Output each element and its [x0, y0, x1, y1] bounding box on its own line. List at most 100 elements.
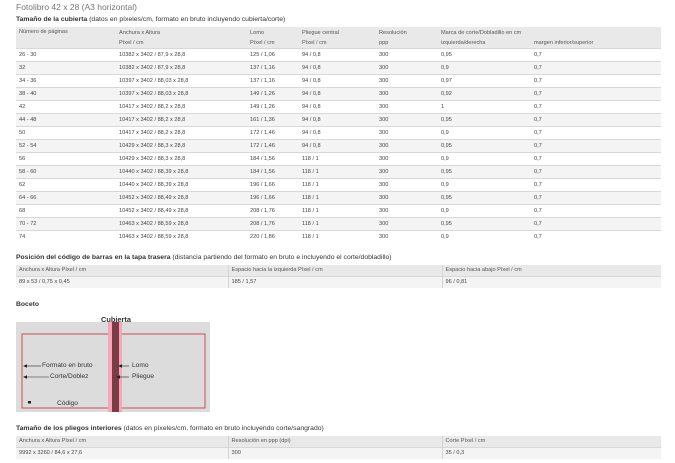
- margin-lr-cell: 0,9: [438, 60, 531, 74]
- header-size: Anchura x Altura: [116, 27, 247, 38]
- fold-cell: 94 / 0,8: [299, 99, 376, 113]
- margin-lr-cell: 0,95: [438, 190, 531, 204]
- resolution-cell: 300: [376, 73, 438, 87]
- sketch-label-cut: Corte/Doblez: [50, 373, 89, 380]
- table-row: 26 - 30 10382 x 3402 / 87,9 x 28,8 125 / 1…: [16, 47, 661, 61]
- pages-cell: 42: [16, 99, 116, 113]
- spine-cell: 149 / 1,26: [247, 86, 299, 100]
- barcode-heading-note: (distancia partiendo del formato en brut…: [170, 254, 392, 261]
- sketch-label-fold: Pliegue: [132, 373, 154, 380]
- resolution-cell: 300: [376, 47, 438, 61]
- table-row: 32 10382 x 3402 / 87,9 x 28,8 137 / 1,16 94…: [16, 60, 661, 74]
- pages-cell: 50: [16, 125, 116, 139]
- spine-cell: 149 / 1,26: [247, 99, 299, 113]
- fold-cell: 94 / 0,8: [299, 86, 376, 100]
- size-cell: 10417 x 3402 / 88,2 x 28,8: [116, 125, 247, 139]
- spine-cell: 125 / 1,06: [247, 47, 299, 61]
- header-spine: Lomo: [247, 27, 299, 38]
- fold-cell: 118 / 1: [299, 164, 376, 178]
- spine-cell: 184 / 1,56: [247, 151, 299, 165]
- pages-cell: 70 - 72: [16, 216, 116, 230]
- margin-tb-cell: 0,7: [531, 86, 661, 100]
- pages-cell: 74: [16, 229, 116, 243]
- subheader-spine-unit: Píxel / cm: [247, 38, 299, 48]
- resolution-cell: 300: [376, 177, 438, 191]
- sketch-label-spine: Lomo: [132, 362, 149, 369]
- margin-tb-cell: 0,7: [531, 99, 661, 113]
- fold-cell: 94 / 0,8: [299, 47, 376, 61]
- margin-lr-cell: 0,95: [438, 47, 531, 61]
- margin-tb-cell: 0,7: [531, 216, 661, 230]
- table-row: 42 10417 x 3402 / 88,2 x 28,8 149 / 1,26 94…: [16, 99, 661, 113]
- resolution-cell: 300: [376, 190, 438, 204]
- inner-pages-table: Anchura x Altura Píxel / cm Resolución e…: [16, 436, 661, 459]
- resolution-cell: 300: [376, 60, 438, 74]
- margin-lr-cell: 1: [438, 99, 531, 113]
- sketch-label-raw-format: Formato en bruto: [42, 362, 93, 369]
- pages-cell: 68: [16, 203, 116, 217]
- subheader-size-unit: Píxel / cm: [116, 38, 247, 48]
- table-row: 56 10429 x 3402 / 88,3 x 28,8 184 / 1,56 11…: [16, 151, 661, 165]
- pages-cell: 58 - 60: [16, 164, 116, 178]
- spine-cell: 172 / 1,46: [247, 125, 299, 139]
- spine-cell: 208 / 1,76: [247, 216, 299, 230]
- margin-lr-cell: 0,95: [438, 138, 531, 152]
- table-row: 52 - 54 10429 x 3402 / 88,3 x 28,8 172 / 1…: [16, 138, 661, 152]
- resolution-cell: 300: [376, 86, 438, 100]
- margin-tb-cell: 0,7: [531, 112, 661, 126]
- inner-value-cut: 35 / 0,3: [441, 446, 661, 459]
- barcode-marker-icon: [28, 401, 31, 404]
- cover-table-body: 26 - 30 10382 x 3402 / 87,9 x 28,8 125 / 1…: [16, 47, 661, 243]
- pages-cell: 44 - 48: [16, 112, 116, 126]
- margin-lr-cell: 0,9: [438, 203, 531, 217]
- margin-tb-cell: 0,7: [531, 190, 661, 204]
- table-row: 74 10463 x 3402 / 88,59 x 28,8 220 / 1,86 1…: [16, 229, 661, 243]
- barcode-value-row: 89 x 53 / 0,75 x 0,45 185 / 1,57 96 / 0,…: [16, 275, 661, 288]
- table-row: 44 - 48 10417 x 3402 / 88,2 x 28,8 161 / 1…: [16, 112, 661, 126]
- fold-cell: 118 / 1: [299, 203, 376, 217]
- fold-cell: 118 / 1: [299, 216, 376, 230]
- size-cell: 10463 x 3402 / 88,59 x 28,8: [116, 216, 247, 230]
- header-fold: Pliegue central: [299, 27, 376, 38]
- sketch-label-code: Código: [57, 400, 78, 407]
- resolution-cell: 300: [376, 112, 438, 126]
- inner-header-resolution: Resolución en ppp (dpi): [227, 436, 442, 447]
- fold-cell: 118 / 1: [299, 229, 376, 243]
- size-cell: 10452 x 3402 / 88,49 x 28,8: [116, 190, 247, 204]
- size-cell: 10397 x 3402 / 88,03 x 28,8: [116, 86, 247, 100]
- margin-tb-cell: 0,7: [531, 203, 661, 217]
- size-cell: 10382 x 3402 / 87,9 x 28,8: [116, 60, 247, 74]
- size-cell: 10429 x 3402 / 88,3 x 28,8: [116, 138, 247, 152]
- fold-cell: 94 / 0,8: [299, 60, 376, 74]
- resolution-cell: 300: [376, 151, 438, 165]
- pages-cell: 38 - 40: [16, 86, 116, 100]
- size-cell: 10429 x 3402 / 88,3 x 28,8: [116, 151, 247, 165]
- sketch-spine-core: [112, 322, 119, 412]
- cover-table-header-row: Número de páginas Anchura x Altura Lomo …: [16, 27, 661, 48]
- page-title: Fotolibro 42 x 28 (A3 horizontal): [16, 2, 137, 12]
- margin-lr-cell: 0,97: [438, 73, 531, 87]
- margin-lr-cell: 0,9: [438, 177, 531, 191]
- margin-tb-cell: 0,7: [531, 73, 661, 87]
- spine-cell: 184 / 1,56: [247, 164, 299, 178]
- margin-lr-cell: 0,9: [438, 229, 531, 243]
- resolution-cell: 300: [376, 203, 438, 217]
- inner-header-size: Anchura x Altura Píxel / cm: [16, 436, 228, 447]
- barcode-header-bottom: Espacio hacia abajo Píxel / cm: [441, 265, 661, 276]
- cover-size-heading: Tamaño de la cubierta (datos en píxeles/…: [16, 16, 285, 23]
- table-row: 62 10440 x 3402 / 88,39 x 28,8 196 / 1,66 1…: [16, 177, 661, 191]
- pages-cell: 34 - 36: [16, 73, 116, 87]
- pages-cell: 26 - 30: [16, 47, 116, 61]
- sketch-heading: Boceto: [16, 301, 40, 308]
- resolution-cell: 300: [376, 216, 438, 230]
- margin-tb-cell: 0,7: [531, 60, 661, 74]
- margin-lr-cell: 0,9: [438, 151, 531, 165]
- size-cell: 10417 x 3402 / 88,2 x 28,8: [116, 99, 247, 113]
- inner-value-row: 9992 x 3260 / 84,6 x 27,6 300 35 / 0,3: [16, 446, 661, 459]
- inner-value-size: 9992 x 3260 / 84,6 x 27,6: [16, 446, 228, 459]
- margin-lr-cell: 0,95: [438, 112, 531, 126]
- pages-cell: 52 - 54: [16, 138, 116, 152]
- resolution-cell: 300: [376, 99, 438, 113]
- fold-cell: 94 / 0,8: [299, 73, 376, 87]
- spine-cell: 208 / 1,76: [247, 203, 299, 217]
